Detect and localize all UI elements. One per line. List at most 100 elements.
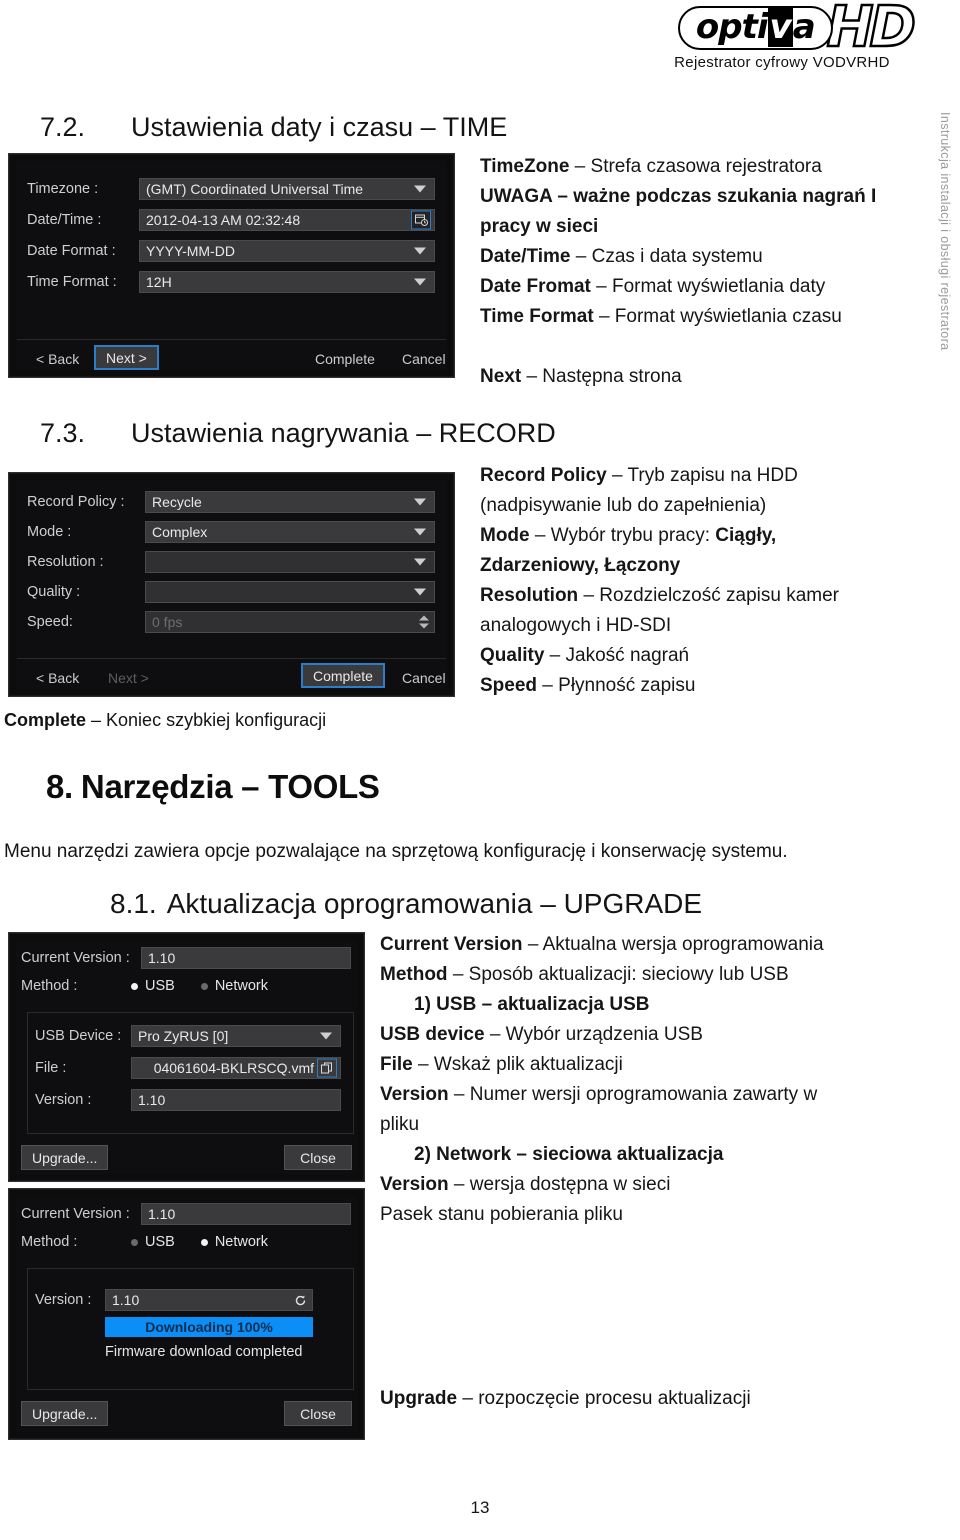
date-format-value: YYYY-MM-DD: [146, 243, 235, 259]
net-current-version-value: 1.10: [148, 1206, 176, 1222]
timezone-row: Timezone : (GMT) Coordinated Universal T…: [27, 178, 437, 200]
quality-label: Quality :: [27, 584, 81, 600]
record-policy-row: Record Policy : Recycle: [27, 491, 437, 513]
refresh-icon[interactable]: [291, 1291, 309, 1309]
time-format-label: Time Format :: [27, 274, 117, 290]
record-policy-field[interactable]: Recycle: [145, 491, 435, 513]
record-desc-line-6: analogowych i HD-SDI: [480, 611, 920, 641]
upg-desc-line-1: Current Version – Aktualna wersja oprogr…: [380, 930, 940, 960]
upg-desc-9-bold: Version: [380, 1174, 449, 1195]
brand-logo: optiva HD Rejestrator cyfrowy VODVRHD: [652, 0, 917, 71]
usb-file-label: File :: [35, 1060, 67, 1076]
heading-7-3: 7.3. Ustawienia nagrywania – RECORD: [40, 418, 556, 449]
mode-label: Mode :: [27, 524, 72, 540]
net-close-button[interactable]: Close: [284, 1401, 352, 1426]
heading-8-1-title: Aktualizacja oprogramowania – UPGRADE: [166, 888, 703, 919]
optiva-wordmark: optiva: [677, 6, 833, 50]
chevron-down-icon[interactable]: [414, 558, 426, 566]
time-desc-7-rest: – Następna strona: [521, 366, 682, 387]
time-panel-divider: [17, 339, 446, 340]
back-button[interactable]: < Back: [25, 346, 90, 371]
heading-8: 8. Narzędzia – TOOLS: [46, 768, 380, 806]
net-current-version-label: Current Version :: [21, 1206, 130, 1222]
speed-label: Speed:: [27, 614, 73, 630]
record-cancel-button[interactable]: Cancel: [391, 665, 457, 690]
usb-device-value: Pro ZyRUS [0]: [138, 1028, 229, 1044]
time-desc-6-bold: Time Format: [480, 306, 594, 327]
mode-field[interactable]: Complex: [145, 521, 435, 543]
record-back-button[interactable]: < Back: [25, 665, 90, 690]
usb-file-field[interactable]: 04061604-BKLRSCQ.vmf: [131, 1057, 341, 1079]
net-current-version-field: 1.10: [141, 1203, 351, 1225]
record-desc-1-bold: Record Policy: [480, 465, 607, 486]
folder-browse-icon[interactable]: [317, 1058, 337, 1078]
date-format-label: Date Format :: [27, 243, 116, 259]
upgrade-description-text: Current Version – Aktualna wersja oprogr…: [380, 930, 940, 1230]
net-radio-usb-dot: [131, 1238, 138, 1246]
complete-button[interactable]: Complete: [304, 346, 386, 371]
upg-desc-line-3: 1) USB – aktualizacja USB: [380, 990, 940, 1020]
upg-desc-8-bold: 2) Network – sieciowa aktualizacja: [414, 1144, 724, 1165]
timezone-value: (GMT) Coordinated Universal Time: [146, 181, 364, 197]
timezone-field[interactable]: (GMT) Coordinated Universal Time: [139, 178, 435, 200]
usb-device-field[interactable]: Pro ZyRUS [0]: [131, 1025, 341, 1047]
upg-desc-7-text: pliku: [380, 1114, 420, 1135]
heading-8-1: 8.1. Aktualizacja oprogramowania – UPGRAD…: [110, 888, 702, 920]
chevron-down-icon[interactable]: [414, 278, 426, 286]
record-complete-button[interactable]: Complete: [301, 663, 385, 688]
download-progress-bar: Downloading 100%: [105, 1317, 313, 1337]
usb-method-label: Method :: [21, 978, 78, 994]
time-desc-3-bold: pracy w sieci: [480, 216, 599, 237]
spinner-updown-icon[interactable]: [419, 615, 429, 629]
quality-row: Quality :: [27, 581, 437, 603]
next-button[interactable]: Next >: [94, 345, 159, 370]
heading-8-title: Narzędzia – TOOLS: [80, 768, 380, 805]
upg-desc-line-6: Version – Numer wersji oprogramowania za…: [380, 1080, 940, 1110]
time-format-row: Time Format : 12H: [27, 271, 437, 293]
upg-desc-6-bold: Version: [380, 1084, 449, 1105]
radio-usb-label: USB: [145, 978, 175, 994]
net-radio-usb[interactable]: USB: [131, 1234, 175, 1250]
radio-network[interactable]: Network: [200, 978, 268, 994]
chevron-down-icon[interactable]: [414, 528, 426, 536]
speed-field[interactable]: 0 fps: [145, 611, 435, 633]
hd-wordmark: HD: [825, 0, 917, 60]
datetime-field[interactable]: 2012-04-13 AM 02:32:48: [139, 209, 435, 231]
chevron-down-icon[interactable]: [320, 1032, 332, 1040]
upg-desc-line-9: Version – wersja dostępna w sieci: [380, 1170, 940, 1200]
logo-text-a: a: [792, 7, 816, 47]
upg-desc-5-rest: – Wskaż plik aktualizacji: [412, 1054, 623, 1075]
net-radio-network[interactable]: Network: [200, 1234, 269, 1250]
net-upgrade-button[interactable]: Upgrade...: [21, 1401, 109, 1426]
net-radio-network-label: Network: [214, 1234, 269, 1250]
date-format-field[interactable]: YYYY-MM-DD: [139, 240, 435, 262]
usb-upgrade-button[interactable]: Upgrade...: [21, 1145, 109, 1170]
upgrade-network-panel: Current Version : 1.10 Method : USB Netw…: [8, 1188, 365, 1440]
usb-device-label: USB Device :: [35, 1028, 122, 1044]
record-desc-7-bold: Quality: [480, 645, 545, 666]
time-format-field[interactable]: 12H: [139, 271, 435, 293]
resolution-field[interactable]: [145, 551, 435, 573]
net-version-field: 1.10: [105, 1289, 313, 1311]
chevron-down-icon[interactable]: [414, 247, 426, 255]
quality-field[interactable]: [145, 581, 435, 603]
cancel-button[interactable]: Cancel: [391, 346, 457, 371]
radio-usb-dot: [131, 982, 138, 990]
record-next-button: Next >: [108, 669, 149, 686]
chevron-down-icon[interactable]: [414, 588, 426, 596]
usb-version-field: 1.10: [131, 1089, 341, 1111]
radio-usb[interactable]: USB: [131, 978, 175, 994]
time-desc-line-7: Next – Następna strona: [480, 362, 910, 392]
upg-desc-line-2: Method – Sposób aktualizacji: sieciowy l…: [380, 960, 940, 990]
complete-note-bold: Complete: [4, 710, 87, 730]
radio-network-dot: [200, 982, 208, 990]
record-desc-line-5: Resolution – Rozdzielczość zapisu kamer: [480, 581, 920, 611]
resolution-label: Resolution :: [27, 554, 104, 570]
heading-7-2: 7.2. Ustawienia daty i czasu – TIME: [40, 112, 507, 143]
chevron-down-icon[interactable]: [414, 185, 426, 193]
usb-close-button[interactable]: Close: [284, 1145, 352, 1170]
chevron-down-icon[interactable]: [414, 498, 426, 506]
upgrade-note: Upgrade – rozpoczęcie procesu aktualizac…: [380, 1385, 751, 1413]
calendar-clock-icon[interactable]: [411, 210, 431, 230]
time-desc-line-5: Date Fromat – Format wyświetlania daty: [480, 272, 910, 302]
